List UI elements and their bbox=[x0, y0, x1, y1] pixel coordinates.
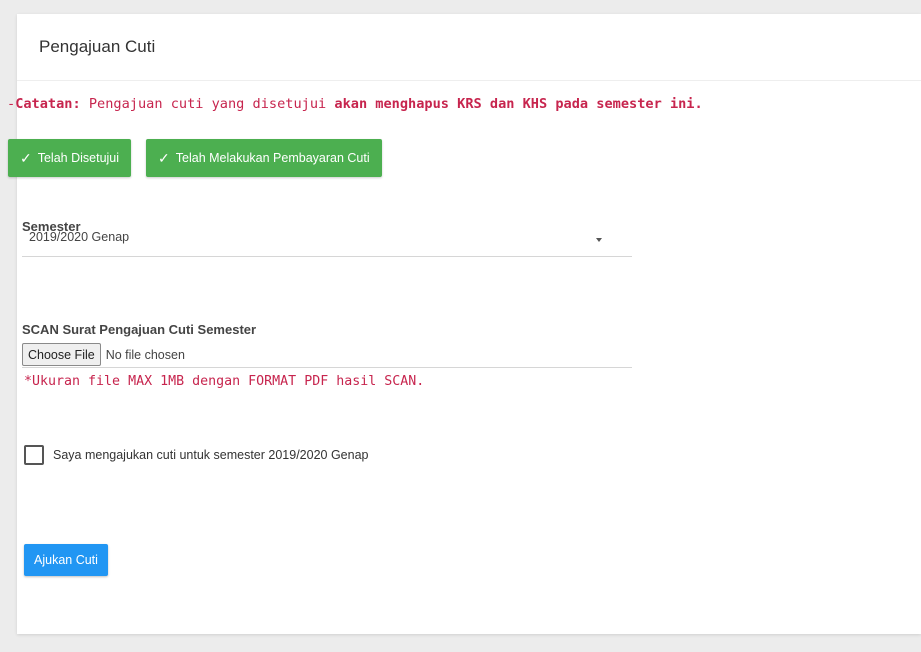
choose-file-button[interactable]: Choose File bbox=[22, 343, 101, 366]
check-icon: ✓ bbox=[158, 149, 170, 166]
upload-hint: *Ukuran file MAX 1MB dengan FORMAT PDF h… bbox=[24, 374, 425, 389]
card-header: Pengajuan Cuti bbox=[17, 14, 921, 81]
approved-button-label: Telah Disetujui bbox=[37, 151, 120, 165]
semester-select[interactable]: 2019/2020 Genap bbox=[22, 226, 632, 257]
payment-done-button-label: Telah Melakukan Pembayaran Cuti bbox=[175, 151, 370, 165]
note-emphasis: akan menghapus KRS dan KHS pada semester… bbox=[334, 96, 703, 112]
confirm-checkbox[interactable] bbox=[24, 445, 44, 465]
caret-down-icon bbox=[596, 238, 602, 242]
confirm-row: Saya mengajukan cuti untuk semester 2019… bbox=[24, 445, 369, 465]
file-status-text: No file chosen bbox=[105, 347, 185, 362]
check-icon: ✓ bbox=[20, 149, 32, 166]
semester-selected-value: 2019/2020 Genap bbox=[29, 230, 130, 244]
submit-leave-button[interactable]: Ajukan Cuti bbox=[24, 544, 108, 576]
note-body: Pengajuan cuti yang disetujui bbox=[80, 96, 335, 112]
status-button-row: ✓ Telah Disetujui ✓ Telah Melakukan Pemb… bbox=[8, 139, 382, 177]
note-prefix: - bbox=[7, 96, 16, 112]
file-upload-field[interactable]: Choose File No file chosen bbox=[22, 342, 632, 368]
note-text: -Catatan: Pengajuan cuti yang disetujui … bbox=[7, 96, 703, 112]
approved-button[interactable]: ✓ Telah Disetujui bbox=[8, 139, 132, 177]
page-title: Pengajuan Cuti bbox=[39, 37, 156, 56]
payment-done-button[interactable]: ✓ Telah Melakukan Pembayaran Cuti bbox=[146, 139, 382, 177]
note-label: Catatan: bbox=[15, 96, 81, 112]
confirm-label[interactable]: Saya mengajukan cuti untuk semester 2019… bbox=[53, 448, 369, 462]
upload-label: SCAN Surat Pengajuan Cuti Semester bbox=[22, 322, 257, 337]
